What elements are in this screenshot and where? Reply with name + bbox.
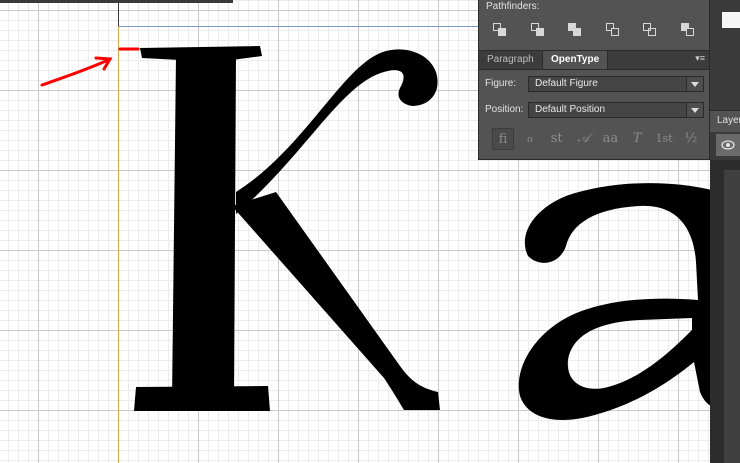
position-label: Position:: [485, 104, 524, 115]
titling-alternates-icon[interactable]: T: [626, 128, 648, 150]
glyph-a[interactable]: [518, 183, 712, 420]
swash-icon[interactable]: 𝒜: [573, 128, 595, 150]
figure-select-value: Default Figure: [535, 78, 598, 89]
crop-icon[interactable]: [602, 19, 624, 41]
trim-icon[interactable]: [527, 19, 549, 41]
visibility-eye-icon[interactable]: [716, 134, 740, 156]
outline-icon[interactable]: [639, 19, 661, 41]
standard-ligatures-icon[interactable]: fi: [492, 128, 514, 150]
tab-opentype[interactable]: OpenType: [542, 51, 609, 69]
stylistic-alternates-icon[interactable]: aa: [599, 128, 621, 150]
color-swatch[interactable]: [722, 12, 740, 28]
position-select[interactable]: Default Position: [528, 102, 704, 118]
layers-panel-tab[interactable]: Layers: [710, 110, 740, 132]
opentype-feature-buttons: fi ℴ st 𝒜 aa T 1st ½: [492, 127, 702, 151]
layers-scrollbar-thumb[interactable]: [724, 170, 740, 463]
tab-paragraph[interactable]: Paragraph: [479, 51, 542, 69]
chevron-down-icon[interactable]: [686, 103, 703, 117]
fractions-icon[interactable]: ½: [680, 128, 702, 150]
minus-back-icon[interactable]: [677, 19, 699, 41]
divide-icon[interactable]: [489, 19, 511, 41]
pathfinders-label: Pathfinders:: [486, 1, 540, 12]
opentype-panel[interactable]: Pathfinders: Paragraph OpenType ▾≡ Figur…: [478, 0, 710, 160]
glyph-k[interactable]: [134, 46, 440, 411]
chevron-down-icon[interactable]: [686, 77, 703, 91]
figure-label: Figure:: [485, 78, 517, 89]
figure-select[interactable]: Default Figure: [528, 76, 704, 92]
discretionary-ligatures-icon[interactable]: st: [546, 128, 568, 150]
pathfinder-buttons: [489, 17, 699, 43]
ordinals-icon[interactable]: 1st: [653, 128, 675, 150]
merge-icon[interactable]: [564, 19, 586, 41]
panel-menu-icon[interactable]: ▾≡: [695, 53, 705, 64]
position-select-value: Default Position: [535, 104, 606, 115]
annotation-arrow: [40, 47, 140, 87]
contextual-alternates-icon[interactable]: ℴ: [519, 128, 541, 150]
right-dock: Layers: [710, 0, 740, 463]
panel-tabbar: Paragraph OpenType ▾≡: [479, 50, 709, 70]
